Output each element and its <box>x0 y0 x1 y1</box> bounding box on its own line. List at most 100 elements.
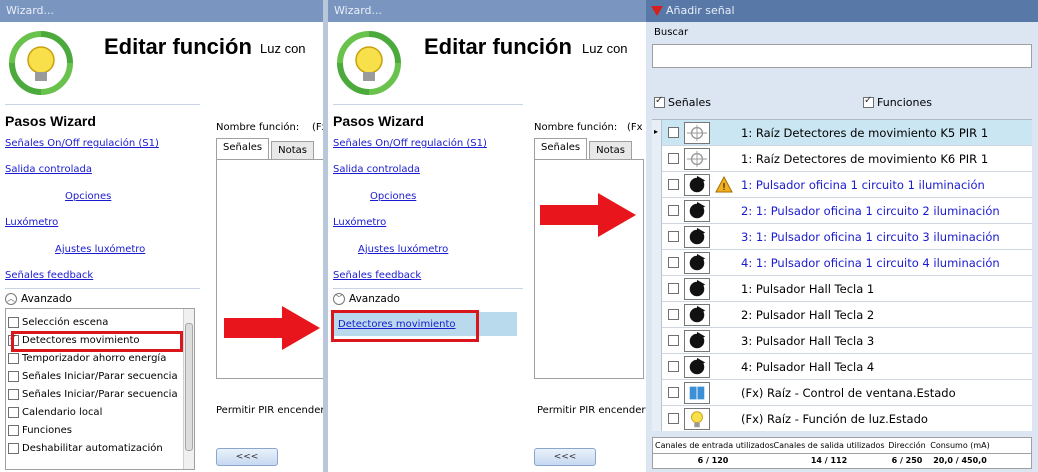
step-link-onoff-signals[interactable]: Señales On/Off regulación (S1) <box>333 138 487 149</box>
back-button[interactable]: <<< <box>534 448 596 466</box>
row-selector[interactable] <box>652 380 662 406</box>
advanced-item-calendar[interactable]: Calendario local <box>8 407 102 418</box>
row-selector[interactable] <box>652 198 662 224</box>
row-label: 1: Raíz Detectores de movimiento K6 PIR … <box>741 152 989 166</box>
checkbox[interactable] <box>668 387 679 398</box>
advanced-item-disable-automation[interactable]: Deshabilitar automatización <box>8 443 163 454</box>
table-row[interactable]: 2: 1: Pulsador oficina 1 circuito 2 ilum… <box>652 198 1032 224</box>
checkbox[interactable] <box>668 127 679 138</box>
row-pointer-icon: ▸ <box>654 127 659 136</box>
table-row[interactable]: ! 1: Pulsador oficina 1 circuito 1 ilumi… <box>652 172 1032 198</box>
row-selector[interactable] <box>652 224 662 250</box>
step-link-feedback-signals[interactable]: Señales feedback <box>5 270 93 281</box>
pushbutton-icon <box>684 356 710 378</box>
vertical-scrollbar[interactable] <box>183 309 194 469</box>
table-row[interactable]: 1: Raíz Detectores de movimiento K6 PIR … <box>652 146 1032 172</box>
back-button[interactable]: <<< <box>216 448 278 466</box>
checkbox[interactable] <box>8 317 19 328</box>
checkbox[interactable] <box>668 179 679 190</box>
tab-signals[interactable]: Señales <box>534 138 588 160</box>
checkbox[interactable] <box>8 407 19 418</box>
lightbulb-recycle-icon <box>337 31 401 95</box>
checkbox[interactable] <box>8 425 19 436</box>
table-row[interactable]: ▸ 1: Raíz Detectores de movimiento K5 PI… <box>652 120 1032 146</box>
checkbox[interactable] <box>668 309 679 320</box>
filter-signals-checkbox[interactable]: Señales <box>654 95 711 109</box>
advanced-item-functions[interactable]: Funciones <box>8 425 72 436</box>
advanced-toggle[interactable]: ﹀ Avanzado <box>333 293 400 305</box>
advanced-toggle[interactable]: ︿ Avanzado <box>5 293 72 305</box>
row-selector[interactable] <box>652 354 662 380</box>
stat-power-label: Consumo (mA) <box>930 441 990 450</box>
page-title: Editar función <box>104 34 252 59</box>
step-link-luxmeter-settings[interactable]: Ajustes luxómetro <box>358 244 448 255</box>
function-name-value[interactable]: (Fx <box>627 122 643 133</box>
table-row[interactable]: 3: Pulsador Hall Tecla 3 <box>652 328 1032 354</box>
checkbox[interactable] <box>668 361 679 372</box>
row-selector[interactable] <box>652 302 662 328</box>
table-row[interactable]: 4: 1: Pulsador oficina 1 circuito 4 ilum… <box>652 250 1032 276</box>
stat-address-label: Dirección <box>888 441 926 450</box>
checkbox[interactable] <box>668 335 679 346</box>
row-selector[interactable] <box>652 276 662 302</box>
tab-notes[interactable]: Notas <box>271 141 314 160</box>
row-selector[interactable] <box>652 172 662 198</box>
table-row[interactable]: (Fx) Raíz - Control de ventana.Estado <box>652 380 1032 406</box>
checkbox[interactable] <box>8 389 19 400</box>
checkbox-checked[interactable] <box>863 95 874 108</box>
red-arrow-2 <box>540 193 636 237</box>
function-name-value[interactable]: (Fx) <box>312 122 323 133</box>
table-row[interactable]: 3: 1: Pulsador oficina 1 circuito 3 ilum… <box>652 224 1032 250</box>
function-name-label: Nombre función: <box>216 122 300 133</box>
row-selector[interactable] <box>652 328 662 354</box>
stat-output-value: 14 / 112 <box>810 456 848 465</box>
scroll-thumb[interactable] <box>185 323 193 451</box>
step-link-options[interactable]: Opciones <box>370 191 416 202</box>
advanced-item-energy-timer[interactable]: Temporizador ahorro energía <box>8 353 166 364</box>
advanced-item-sequence-2[interactable]: Señales Iniciar/Parar secuencia <box>8 389 178 400</box>
checkbox[interactable] <box>8 443 19 454</box>
table-row[interactable]: 4: Pulsador Hall Tecla 4 <box>652 354 1032 380</box>
checkbox[interactable] <box>668 153 679 164</box>
advanced-label: Avanzado <box>349 293 400 305</box>
row-selector[interactable] <box>652 250 662 276</box>
pir-on-label: Permitir PIR encender <box>537 405 646 416</box>
step-link-luxmeter-settings[interactable]: Ajustes luxómetro <box>55 244 145 255</box>
table-row[interactable]: 2: Pulsador Hall Tecla 2 <box>652 302 1032 328</box>
stat-power-value: 20,0 / 450,0 <box>933 456 987 465</box>
checkbox[interactable] <box>8 371 19 382</box>
stat-address-value: 6 / 250 <box>891 456 923 465</box>
checkbox-checked[interactable] <box>654 95 665 108</box>
row-selector[interactable]: ▸ <box>652 120 662 146</box>
checkbox[interactable] <box>668 413 679 424</box>
filter-functions-checkbox[interactable]: Funciones <box>863 95 932 109</box>
advanced-item-sequence-1[interactable]: Señales Iniciar/Parar secuencia <box>8 371 178 382</box>
row-selector[interactable] <box>652 406 662 431</box>
table-row[interactable]: 1: Pulsador Hall Tecla 1 <box>652 276 1032 302</box>
tab-bar: Señales Notas <box>534 138 634 160</box>
step-link-onoff-signals[interactable]: Señales On/Off regulación (S1) <box>5 138 159 149</box>
tab-signals[interactable]: Señales <box>216 138 270 160</box>
chevron-down-icon: ﹀ <box>333 293 345 305</box>
table-row[interactable]: (Fx) Raíz - Función de luz.Estado <box>652 406 1032 431</box>
step-link-controlled-output[interactable]: Salida controlada <box>333 164 420 175</box>
pir-sensor-icon <box>684 148 710 170</box>
search-label: Buscar <box>654 27 689 38</box>
advanced-item-scene[interactable]: Selección escena <box>8 317 108 328</box>
checkbox[interactable] <box>668 283 679 294</box>
checkbox[interactable] <box>668 257 679 268</box>
red-arrow-1 <box>224 306 320 350</box>
step-link-feedback-signals[interactable]: Señales feedback <box>333 270 421 281</box>
row-label: 1: Pulsador oficina 1 circuito 1 ilumina… <box>741 178 985 192</box>
checkbox[interactable] <box>8 353 19 364</box>
checkbox[interactable] <box>668 231 679 242</box>
step-link-luxmeter[interactable]: Luxómetro <box>5 217 58 228</box>
checkbox[interactable] <box>668 205 679 216</box>
usage-stats: Canales de entrada utilizados Canales de… <box>652 437 1032 469</box>
step-link-luxmeter[interactable]: Luxómetro <box>333 217 386 228</box>
row-selector[interactable] <box>652 146 662 172</box>
step-link-options[interactable]: Opciones <box>65 191 111 202</box>
search-input[interactable] <box>652 44 1032 68</box>
tab-notes[interactable]: Notas <box>589 141 632 160</box>
step-link-controlled-output[interactable]: Salida controlada <box>5 164 92 175</box>
